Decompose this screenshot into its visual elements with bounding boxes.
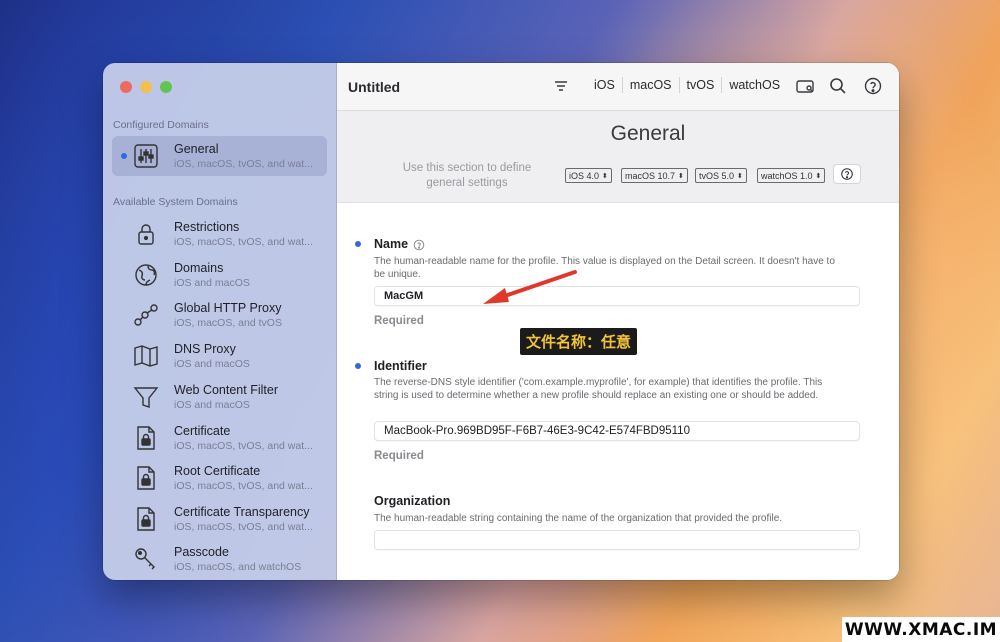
sidebar-item-subtitle: iOS, macOS, tvOS, and wat... (174, 521, 313, 533)
sidebar-item-title: Certificate Transparency (174, 505, 310, 519)
funnel-icon (133, 384, 159, 410)
sidebar-item-dns-proxy[interactable]: DNS Proxy iOS and macOS (112, 336, 327, 376)
section-help-button[interactable] (833, 164, 861, 184)
name-label: Name (374, 237, 409, 251)
page-title: General (610, 122, 686, 145)
name-required-label: Required (374, 315, 424, 327)
help-icon[interactable] (863, 76, 883, 96)
sidebar-item-title: Domains (174, 261, 224, 275)
sidebar-item-title: Certificate (174, 424, 231, 438)
sidebar-item-title: Restrictions (174, 220, 240, 234)
version-label: macOS 10.7 (625, 170, 676, 181)
platform-ios-button[interactable]: iOS (587, 78, 622, 92)
app-window: Configured Domains General iOS, macOS, t… (103, 63, 899, 580)
sidebar: Configured Domains General iOS, macOS, t… (103, 63, 337, 580)
locked-document-icon (133, 465, 159, 491)
name-description: The human-readable name for the profile.… (374, 256, 835, 280)
sidebar-item-web-content-filter[interactable]: Web Content Filter iOS and macOS (112, 377, 327, 417)
organization-input[interactable] (374, 530, 860, 550)
toolbar: Untitled iOS macOS tvOS watchOS (337, 63, 899, 111)
sidebar-item-title: DNS Proxy (174, 342, 236, 356)
field-required-indicator (355, 363, 361, 369)
sliders-icon (133, 143, 159, 169)
help-icon (841, 168, 853, 180)
lock-icon (133, 221, 159, 247)
preview-icon[interactable] (795, 76, 815, 96)
locked-document-icon (133, 425, 159, 451)
sidebar-item-subtitle: iOS, macOS, and tvOS (174, 317, 282, 329)
annotation-arrow-icon (483, 270, 577, 304)
platform-macos-button[interactable]: macOS (623, 78, 679, 92)
sidebar-item-subtitle: iOS and macOS (174, 277, 250, 289)
platform-tvos-button[interactable]: tvOS (680, 78, 722, 92)
version-label: watchOS 1.0 (761, 170, 813, 181)
search-icon[interactable] (828, 76, 848, 96)
configured-domains-label: Configured Domains (113, 119, 209, 131)
platform-filter: iOS macOS tvOS watchOS (587, 77, 787, 93)
section-description: Use this section to define general setti… (402, 162, 532, 189)
sidebar-item-title: Passcode (174, 545, 229, 559)
chevron-updown-icon: ⬍ (815, 172, 822, 180)
map-icon (133, 343, 159, 369)
sidebar-item-passcode[interactable]: Passcode iOS, macOS, and watchOS (112, 539, 327, 579)
tvos-version-selector[interactable]: tvOS 5.0 ⬍ (695, 168, 747, 183)
sidebar-item-subtitle: iOS, macOS, tvOS, and wat... (174, 440, 313, 452)
sidebar-item-subtitle: iOS, macOS, tvOS, and wat... (174, 236, 313, 248)
network-nodes-icon (133, 302, 159, 328)
sidebar-item-general[interactable]: General iOS, macOS, tvOS, and wat... (112, 136, 327, 176)
sidebar-item-restrictions[interactable]: Restrictions iOS, macOS, tvOS, and wat..… (112, 214, 327, 254)
version-label: iOS 4.0 (569, 170, 600, 181)
sidebar-item-title: Web Content Filter (174, 383, 278, 397)
zoom-window-button[interactable] (160, 81, 172, 93)
name-input[interactable]: MacGM (374, 286, 860, 306)
filter-icon[interactable] (551, 76, 571, 96)
sidebar-item-global-http-proxy[interactable]: Global HTTP Proxy iOS, macOS, and tvOS (112, 295, 327, 335)
section-header: General Use this section to define gener… (337, 111, 899, 203)
identifier-description: The reverse-DNS style identifier ('com.e… (374, 377, 823, 401)
sidebar-item-title: General (174, 142, 219, 156)
available-domains-label: Available System Domains (113, 196, 238, 208)
chevron-updown-icon: ⬍ (737, 172, 743, 180)
field-required-indicator (355, 241, 361, 247)
sidebar-item-subtitle: iOS, macOS, and watchOS (174, 561, 302, 573)
configured-indicator (121, 153, 127, 159)
sidebar-item-title: Global HTTP Proxy (174, 301, 282, 315)
macos-version-selector[interactable]: macOS 10.7 ⬍ (621, 168, 688, 183)
annotation-label: 文件名称：任意 (520, 328, 638, 355)
sidebar-item-subtitle: iOS, macOS, tvOS, and wat... (174, 480, 313, 492)
sidebar-item-certificate-transparency[interactable]: Certificate Transparency iOS, macOS, tvO… (112, 499, 327, 539)
name-help-icon[interactable] (413, 238, 425, 251)
window-controls (120, 81, 172, 93)
sidebar-item-root-certificate[interactable]: Root Certificate iOS, macOS, tvOS, and w… (112, 458, 327, 498)
sidebar-item-subtitle: iOS and macOS (174, 358, 250, 370)
identifier-required-label: Required (374, 450, 424, 462)
organization-label: Organization (374, 494, 451, 508)
key-icon (133, 546, 159, 572)
identifier-label: Identifier (374, 359, 427, 373)
watchos-version-selector[interactable]: watchOS 1.0 ⬍ (757, 168, 826, 183)
chevron-updown-icon: ⬍ (602, 172, 608, 180)
platform-watchos-button[interactable]: watchOS (722, 78, 787, 92)
locked-document-icon (133, 506, 159, 532)
organization-description: The human-readable string containing the… (374, 513, 783, 524)
identifier-input[interactable]: MacBook-Pro.969BD95F-F6B7-46E3-9C42-E574… (374, 421, 860, 441)
window-title: Untitled (348, 79, 401, 95)
main-content: Untitled iOS macOS tvOS watchOS General … (337, 63, 899, 580)
chevron-updown-icon: ⬍ (678, 172, 684, 180)
watermark: WWW.XMAC.IM (842, 617, 1000, 642)
sidebar-item-certificate[interactable]: Certificate iOS, macOS, tvOS, and wat... (112, 418, 327, 458)
sidebar-item-domains[interactable]: Domains iOS and macOS (112, 255, 327, 295)
sidebar-item-subtitle: iOS and macOS (174, 399, 250, 411)
sidebar-item-title: Root Certificate (174, 464, 261, 478)
globe-icon (133, 262, 159, 288)
sidebar-item-subtitle: iOS, macOS, tvOS, and wat... (174, 158, 313, 170)
version-label: tvOS 5.0 (699, 170, 735, 181)
ios-version-selector[interactable]: iOS 4.0 ⬍ (565, 168, 612, 183)
close-window-button[interactable] (120, 81, 132, 93)
minimize-window-button[interactable] (140, 81, 152, 93)
